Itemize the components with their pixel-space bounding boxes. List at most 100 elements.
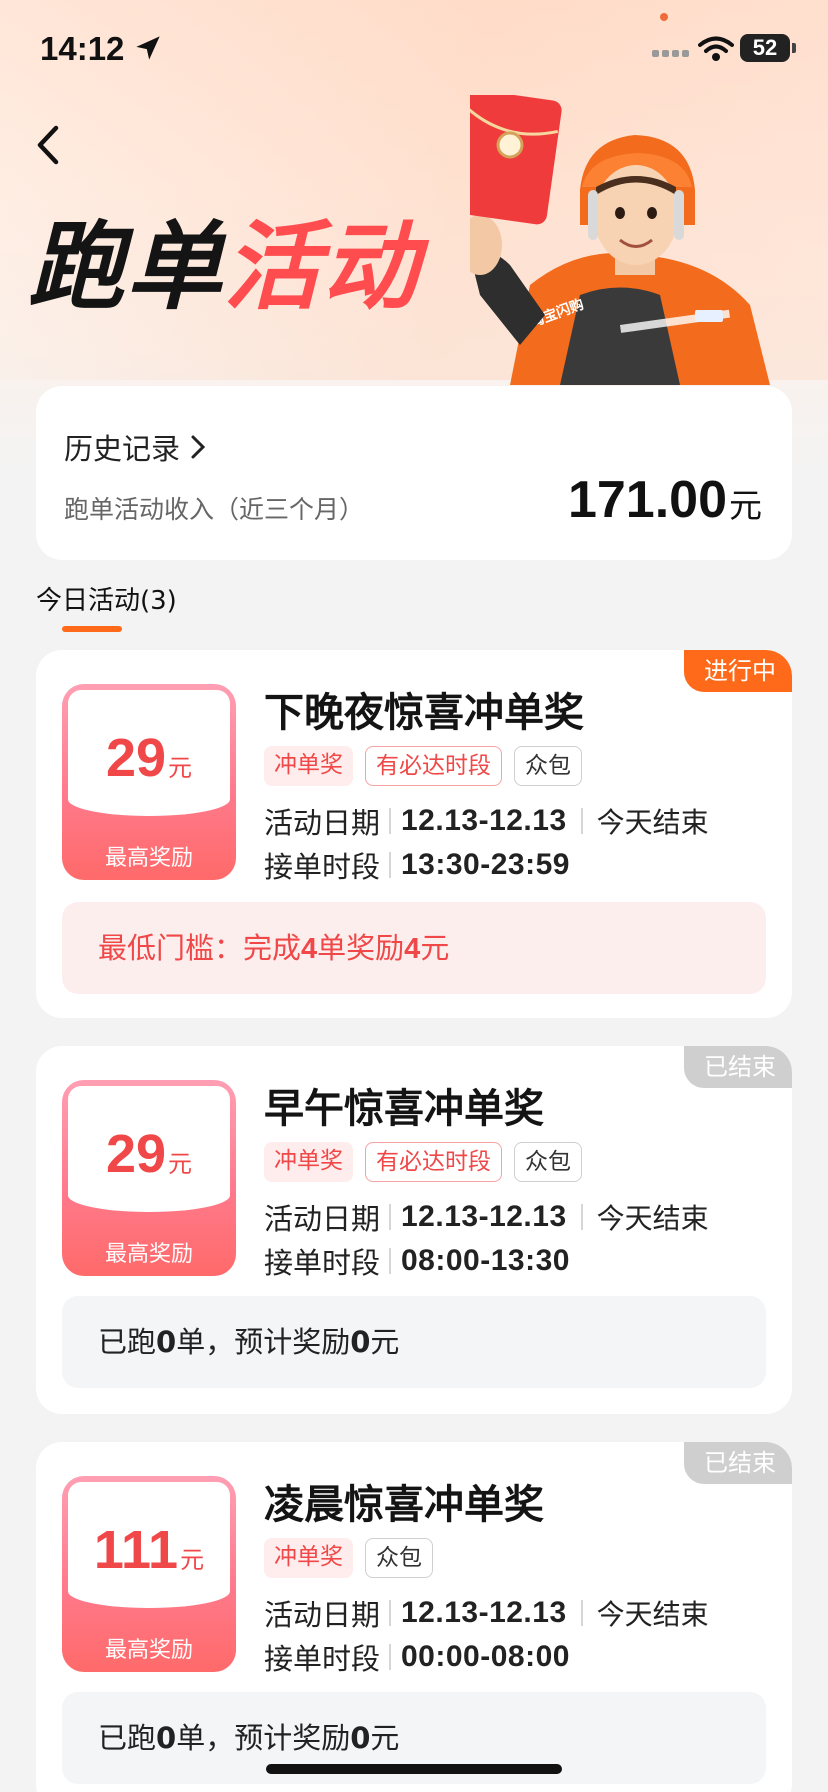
progress-note: 已跑0单，预计奖励0元 <box>62 1296 766 1388</box>
note-orders: 4 <box>301 933 318 965</box>
reward-amount: 29元 <box>68 728 230 798</box>
note-amount: 4 <box>404 933 421 965</box>
note-amount: 0 <box>350 1721 371 1755</box>
divider <box>389 1600 391 1626</box>
reward-box: 29元 最高奖励 <box>62 684 236 880</box>
page-title: 跑单活动 <box>28 212 420 322</box>
date-value: 12.13-12.13 <box>401 1596 567 1629</box>
date-label: 活动日期 <box>264 1202 381 1236</box>
home-indicator[interactable] <box>266 1764 562 1774</box>
order-time-row: 接单时段 00:00-08:00 <box>264 1636 570 1678</box>
note-suffix: 元 <box>370 1721 400 1755</box>
activity-date-row: 活动日期 12.13-12.13 今天结束 <box>264 1592 709 1634</box>
status-badge: 已结束 <box>684 1442 792 1484</box>
courier-mascot-illustration: 淘宝闪购 <box>470 95 770 385</box>
date-value: 12.13-12.13 <box>401 1200 567 1233</box>
divider <box>580 808 583 834</box>
note-prefix: 已跑 <box>98 1325 157 1359</box>
divider <box>389 1204 391 1230</box>
end-note: 今天结束 <box>596 1598 709 1631</box>
status-time: 14:12 <box>40 30 125 67</box>
reward-inner: 29元 <box>68 1086 230 1212</box>
divider <box>580 1600 583 1626</box>
reward-value: 29 <box>105 728 167 788</box>
activity-title: 凌晨惊喜冲单奖 <box>264 1482 544 1528</box>
note-suffix: 元 <box>370 1325 400 1359</box>
reward-value: 111 <box>93 1520 179 1580</box>
income-summary-card: 历史记录 跑单活动收入（近三个月） 171.00元 <box>36 386 792 560</box>
status-badge: 已结束 <box>684 1046 792 1088</box>
tag: 冲单奖 <box>264 746 353 786</box>
note-prefix: 最低门槛：完成 <box>98 931 302 965</box>
reward-amount: 29元 <box>68 1124 230 1194</box>
note-mid: 单，预计奖励 <box>176 1721 351 1755</box>
history-records-label: 历史记录 <box>64 432 181 466</box>
reward-inner: 29元 <box>68 690 230 816</box>
reward-unit: 元 <box>180 1546 205 1574</box>
activity-card[interactable]: 进行中 29元 最高奖励 下晚夜惊喜冲单奖 冲单奖 有必达时段 众包 活动日期 … <box>36 650 792 1018</box>
time-label: 接单时段 <box>264 1246 381 1280</box>
tag: 冲单奖 <box>264 1142 353 1182</box>
income-unit: 元 <box>729 486 762 525</box>
activity-tags: 冲单奖 有必达时段 众包 <box>264 1142 582 1182</box>
page-title-part2: 活动 <box>224 211 420 323</box>
cellular-signal-icon <box>652 50 689 57</box>
tag: 有必达时段 <box>365 1142 502 1182</box>
time-value: 00:00-08:00 <box>401 1640 570 1673</box>
status-badge: 进行中 <box>684 650 792 692</box>
divider <box>580 1204 583 1230</box>
activity-tags: 冲单奖 有必达时段 众包 <box>264 746 582 786</box>
activity-card[interactable]: 已结束 29元 最高奖励 早午惊喜冲单奖 冲单奖 有必达时段 众包 活动日期 1… <box>36 1046 792 1414</box>
reward-unit: 元 <box>168 754 193 782</box>
reward-caption: 最高奖励 <box>104 1242 193 1267</box>
tag: 众包 <box>514 1142 582 1182</box>
reward-value: 29 <box>105 1124 167 1184</box>
history-records-link[interactable]: 历史记录 <box>64 426 206 468</box>
activity-tags: 冲单奖 众包 <box>264 1538 433 1578</box>
date-value: 12.13-12.13 <box>401 804 567 837</box>
divider <box>389 852 391 878</box>
note-suffix: 元 <box>420 931 450 965</box>
activity-title: 早午惊喜冲单奖 <box>264 1086 544 1132</box>
tab-today-activities[interactable]: 今日活动(3) <box>36 580 177 617</box>
chevron-right-icon <box>191 435 206 459</box>
minimum-threshold-note: 最低门槛：完成4单奖励4元 <box>62 902 766 994</box>
note-prefix: 已跑 <box>98 1721 157 1755</box>
battery-cap <box>792 43 796 53</box>
end-note: 今天结束 <box>596 1202 709 1235</box>
tag: 冲单奖 <box>264 1538 353 1578</box>
activity-card[interactable]: 已结束 111元 最高奖励 凌晨惊喜冲单奖 冲单奖 众包 活动日期 12.13-… <box>36 1442 792 1792</box>
tag: 有必达时段 <box>365 746 502 786</box>
date-label: 活动日期 <box>264 806 381 840</box>
date-label: 活动日期 <box>264 1598 381 1632</box>
note-orders: 0 <box>156 1721 177 1755</box>
battery-indicator: 52 <box>740 34 790 62</box>
reward-unit: 元 <box>168 1150 193 1178</box>
back-arrow-icon[interactable] <box>30 120 70 170</box>
reward-box: 29元 最高奖励 <box>62 1080 236 1276</box>
page-title-part1: 跑单 <box>28 211 224 323</box>
time-label: 接单时段 <box>264 1642 381 1676</box>
reward-caption: 最高奖励 <box>104 846 193 871</box>
activity-date-row: 活动日期 12.13-12.13 今天结束 <box>264 1196 709 1238</box>
reward-amount: 111元 <box>68 1520 230 1590</box>
tab-active-indicator <box>62 626 122 632</box>
note-mid: 单奖励 <box>317 931 405 965</box>
income-value: 171.00元 <box>568 470 762 530</box>
divider <box>389 1644 391 1670</box>
activity-date-row: 活动日期 12.13-12.13 今天结束 <box>264 800 709 842</box>
reward-caption: 最高奖励 <box>104 1638 193 1663</box>
recording-dot-icon <box>660 13 668 21</box>
location-arrow-icon <box>136 36 160 60</box>
reward-inner: 111元 <box>68 1482 230 1608</box>
divider <box>389 1248 391 1274</box>
time-value: 13:30-23:59 <box>401 848 570 881</box>
wifi-icon <box>698 36 734 61</box>
tag: 众包 <box>365 1538 433 1578</box>
time-value: 08:00-13:30 <box>401 1244 570 1277</box>
end-note: 今天结束 <box>596 806 709 839</box>
note-mid: 单，预计奖励 <box>176 1325 351 1359</box>
divider <box>389 808 391 834</box>
status-bar: 14:12 52 <box>0 0 828 100</box>
note-amount: 0 <box>350 1325 371 1359</box>
